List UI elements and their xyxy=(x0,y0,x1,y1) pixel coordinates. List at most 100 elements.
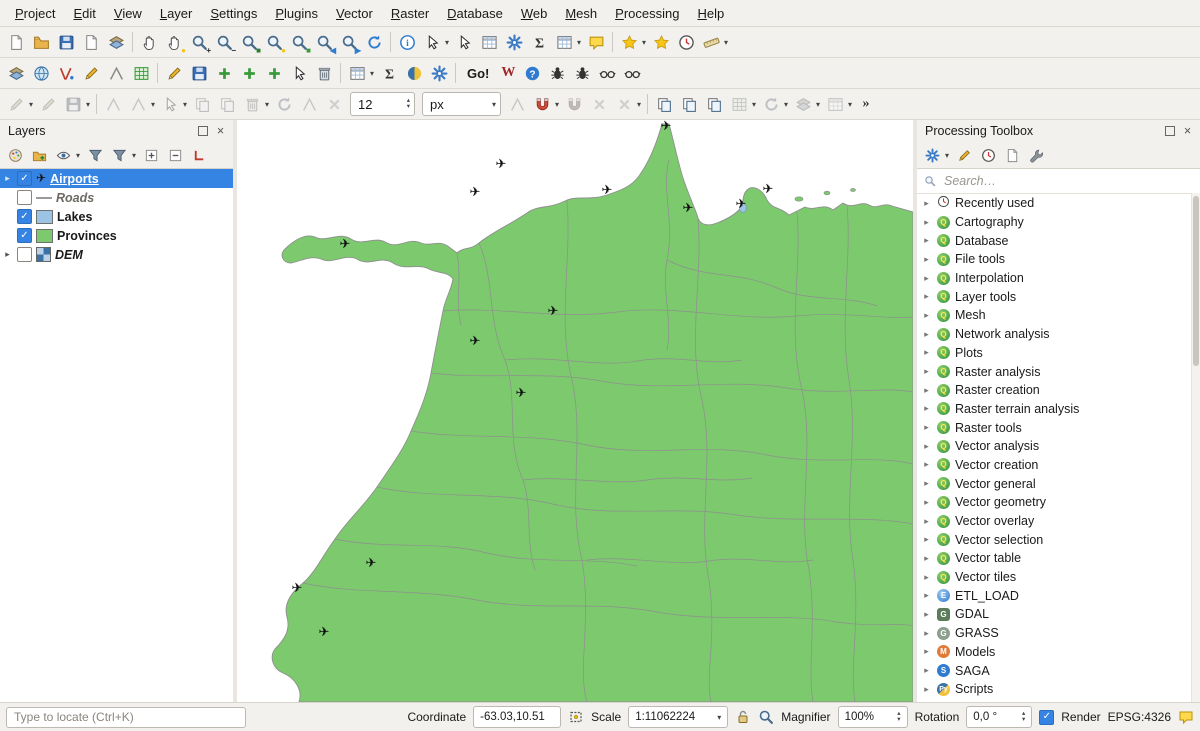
coordinate-value[interactable]: -63.03,10.51 xyxy=(473,706,561,728)
pan-to-selection-button[interactable]: ● xyxy=(162,30,186,54)
group-expander[interactable]: ▸ xyxy=(921,478,932,489)
attribute-table-shortcut-dropdown-arrow[interactable]: ▾ xyxy=(368,69,376,78)
menu-plugins[interactable]: Plugins xyxy=(266,4,327,23)
toolbox-group-etl-load[interactable]: ▸EETL_LOAD xyxy=(917,586,1200,605)
expand-all-button[interactable] xyxy=(140,144,162,166)
new-geopackage-layer-button[interactable] xyxy=(29,61,53,85)
rotation-spinbox[interactable]: 0,0 ° ▴▾ xyxy=(966,706,1032,728)
snapping-options-button[interactable] xyxy=(530,92,554,116)
layout-manager-button[interactable] xyxy=(104,30,128,54)
toolbox-panel-float-icon[interactable] xyxy=(1162,124,1177,139)
toolbar-overflow-button[interactable]: » xyxy=(855,96,877,112)
menu-settings[interactable]: Settings xyxy=(201,4,266,23)
add-circular-string-by-radius-dropdown-arrow[interactable]: ▾ xyxy=(149,100,157,109)
toolbox-group-raster-creation[interactable]: ▸QRaster creation xyxy=(917,381,1200,400)
open-attribute-table-button[interactable] xyxy=(477,30,501,54)
group-tools-d-dropdown-arrow[interactable]: ▾ xyxy=(846,100,854,109)
zoom-to-selection-button[interactable]: ● xyxy=(262,30,286,54)
toggle-editing-button[interactable] xyxy=(162,61,186,85)
paste-layer-style-button[interactable] xyxy=(677,92,701,116)
group-expander[interactable]: ▸ xyxy=(921,516,932,527)
show-spatial-bookmarks-button[interactable] xyxy=(649,30,673,54)
group-expander[interactable]: ▸ xyxy=(921,665,932,676)
group-expander[interactable]: ▸ xyxy=(921,329,932,340)
python-console-button[interactable] xyxy=(402,61,426,85)
magnifier-spinbox[interactable]: 100% ▴▾ xyxy=(838,706,908,728)
map-tips-button[interactable] xyxy=(584,30,608,54)
options-button[interactable] xyxy=(1025,144,1047,166)
pan-map-button[interactable] xyxy=(137,30,161,54)
move-feature-dropdown-arrow[interactable]: ▾ xyxy=(181,100,189,109)
toolbox-group-database[interactable]: ▸QDatabase xyxy=(917,231,1200,250)
toolbox-group-gdal[interactable]: ▸GGDAL xyxy=(917,605,1200,624)
copy-layer-style-button[interactable] xyxy=(652,92,676,116)
render-checkbox[interactable]: ✓ xyxy=(1039,710,1054,725)
group-expander[interactable]: ▸ xyxy=(921,609,932,620)
toolbox-group-raster-analysis[interactable]: ▸QRaster analysis xyxy=(917,362,1200,381)
group-expander[interactable]: ▸ xyxy=(921,459,932,470)
layer-visibility-checkbox[interactable] xyxy=(17,190,32,205)
delete-ring-dropdown-arrow[interactable]: ▾ xyxy=(263,100,271,109)
layer-visibility-checkbox[interactable]: ✓ xyxy=(17,228,32,243)
group-expander[interactable]: ▸ xyxy=(921,646,932,657)
toolbox-group-vector-general[interactable]: ▸QVector general xyxy=(917,474,1200,493)
remove-layer-button[interactable] xyxy=(188,144,210,166)
layers-panel-float-icon[interactable] xyxy=(195,124,210,139)
toolbox-group-mesh[interactable]: ▸QMesh xyxy=(917,306,1200,325)
select-features-dropdown-arrow[interactable]: ▾ xyxy=(443,38,451,47)
debug-tool-button[interactable] xyxy=(570,61,594,85)
map-canvas[interactable]: ✈✈✈✈✈✈✈✈✈✈✈✈✈✈ xyxy=(237,120,913,702)
models-menu-button[interactable] xyxy=(921,144,943,166)
toolbox-group-scripts[interactable]: ▸PyScripts xyxy=(917,680,1200,699)
reader-glasses-button[interactable] xyxy=(595,61,619,85)
toolbox-group-file-tools[interactable]: ▸QFile tools xyxy=(917,250,1200,269)
toolbox-group-interpolation[interactable]: ▸QInterpolation xyxy=(917,269,1200,288)
zoom-full-extent-button[interactable]: ■ xyxy=(237,30,261,54)
group-expander[interactable]: ▸ xyxy=(921,217,932,228)
menu-mesh[interactable]: Mesh xyxy=(556,4,606,23)
toolbox-group-vector-table[interactable]: ▸QVector table xyxy=(917,549,1200,568)
group-expander[interactable]: ▸ xyxy=(921,590,932,601)
add-polygon-feature-button[interactable] xyxy=(262,61,286,85)
toolbox-group-vector-geometry[interactable]: ▸QVector geometry xyxy=(917,493,1200,512)
group-expander[interactable]: ▸ xyxy=(921,385,932,396)
group-expander[interactable]: ▸ xyxy=(921,310,932,321)
menu-view[interactable]: View xyxy=(105,4,151,23)
group-expander[interactable]: ▸ xyxy=(921,273,932,284)
group-expander[interactable]: ▸ xyxy=(921,441,932,452)
results-viewer-button[interactable] xyxy=(1001,144,1023,166)
group-expander[interactable]: ▸ xyxy=(921,198,932,209)
processing-toolbox-toggle-button[interactable] xyxy=(502,30,526,54)
new-print-layout-button[interactable] xyxy=(79,30,103,54)
menu-edit[interactable]: Edit xyxy=(64,4,104,23)
group-expander[interactable]: ▸ xyxy=(921,366,932,377)
group-expander[interactable]: ▸ xyxy=(921,422,932,433)
group-expander[interactable]: ▸ xyxy=(921,684,932,695)
toolbox-panel-close-icon[interactable]: × xyxy=(1180,124,1195,139)
scale-combo[interactable]: 1:11062224▾ xyxy=(628,706,728,728)
locate-input[interactable] xyxy=(6,707,246,728)
attribute-tools-dropdown-arrow[interactable]: ▾ xyxy=(575,38,583,47)
messages-icon[interactable] xyxy=(1178,709,1194,725)
new-spatial-bookmark-button[interactable] xyxy=(617,30,641,54)
delete-selected-button[interactable] xyxy=(312,61,336,85)
menu-raster[interactable]: Raster xyxy=(382,4,438,23)
toolbox-group-vector-analysis[interactable]: ▸QVector analysis xyxy=(917,437,1200,456)
font-size-spinbox[interactable]: 12▴▾ xyxy=(350,92,415,116)
menu-database[interactable]: Database xyxy=(438,4,512,23)
zoom-last-button[interactable]: ◀ xyxy=(312,30,336,54)
group-expander[interactable]: ▸ xyxy=(921,628,932,639)
new-shapefile-layer-button[interactable] xyxy=(54,61,78,85)
filter-by-expression-button[interactable] xyxy=(108,144,130,166)
toolbox-scrollbar[interactable] xyxy=(1191,193,1200,702)
add-point-feature-button[interactable] xyxy=(212,61,236,85)
toolbox-group-models[interactable]: ▸MModels xyxy=(917,643,1200,662)
field-calculator-button[interactable] xyxy=(377,61,401,85)
toolbox-group-vector-tiles[interactable]: ▸QVector tiles xyxy=(917,568,1200,587)
menu-layer[interactable]: Layer xyxy=(151,4,202,23)
filter-legend-button[interactable] xyxy=(84,144,106,166)
zoom-to-layer-button[interactable]: ■ xyxy=(287,30,311,54)
snapping-options-dropdown-arrow[interactable]: ▾ xyxy=(553,100,561,109)
toolbox-group-vector-selection[interactable]: ▸QVector selection xyxy=(917,530,1200,549)
add-group-button[interactable] xyxy=(28,144,50,166)
